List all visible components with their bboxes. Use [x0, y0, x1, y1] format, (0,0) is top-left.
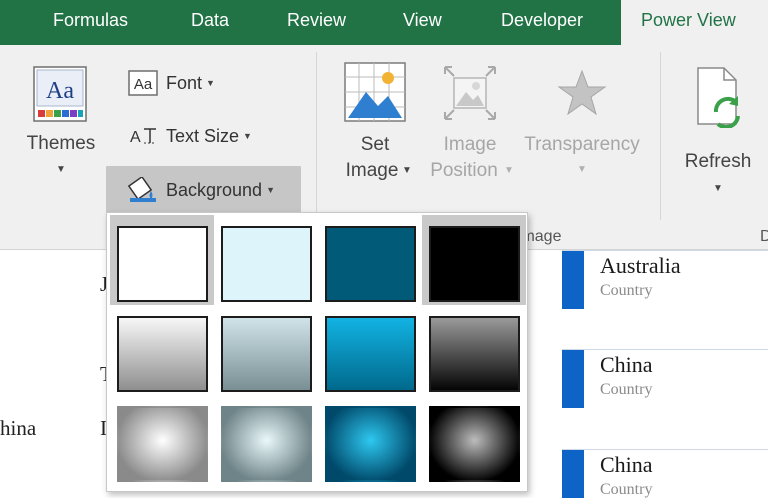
image-position-dropdown-icon: ▼ — [504, 165, 514, 176]
country-card[interactable]: Australia Country — [562, 250, 768, 309]
country-card[interactable]: China Country — [562, 349, 768, 408]
card-accent-bar — [562, 450, 584, 498]
svg-text:Aa: Aa — [46, 78, 74, 104]
background-swatch-white-solid[interactable] — [110, 215, 214, 305]
set-image-icon — [344, 62, 406, 122]
set-image-button[interactable]: Set Image ▼ — [336, 58, 414, 188]
text-size-label: Text Size — [166, 125, 240, 146]
background-label: Background — [166, 179, 263, 200]
tab-data[interactable]: Data — [191, 0, 229, 45]
image-position-button[interactable]: Image Position ▼ — [424, 58, 516, 188]
swatch-fill — [429, 406, 520, 482]
font-button[interactable]: Aa Font ▼ — [128, 67, 215, 99]
refresh-dropdown-icon: ▼ — [713, 183, 723, 194]
transparency-dropdown-icon: ▼ — [577, 164, 587, 175]
themes-label: Themes — [26, 133, 96, 154]
background-swatch-cyan-gradient[interactable] — [318, 305, 422, 395]
tab-view[interactable]: View — [403, 0, 442, 45]
set-image-label-line2: Image — [345, 160, 399, 181]
font-icon: Aa — [128, 70, 158, 96]
image-position-label-line1: Image — [443, 134, 497, 155]
tab-power-view[interactable]: Power View — [621, 0, 768, 46]
background-swatch-light-blue-solid[interactable] — [214, 215, 318, 305]
swatch-fill — [221, 226, 312, 302]
text-size-dropdown-icon: ▼ — [243, 131, 252, 141]
background-swatch-blue-gray-radial[interactable] — [214, 395, 318, 485]
swatch-fill — [117, 226, 208, 302]
swatch-fill — [117, 406, 208, 482]
swatch-fill — [221, 406, 312, 482]
set-image-dropdown-icon: ▼ — [402, 165, 412, 176]
text-size-icon: A — [130, 128, 156, 146]
svg-text:A: A — [130, 129, 141, 146]
sheet-text-fragment: hina — [0, 416, 37, 440]
themes-icon: Aa — [33, 66, 87, 122]
background-swatch-black-solid[interactable] — [422, 215, 526, 305]
background-swatch-gray-radial[interactable] — [110, 395, 214, 485]
set-image-label-line1: Set — [360, 134, 390, 155]
background-swatch-blue-gray-gradient[interactable] — [214, 305, 318, 395]
tab-review[interactable]: Review — [287, 0, 346, 45]
star-icon — [557, 69, 607, 116]
transparency-label: Transparency — [524, 134, 640, 155]
card-title: China — [600, 452, 653, 477]
card-accent-bar — [562, 251, 584, 309]
refresh-button[interactable]: Refresh ▼ — [680, 60, 756, 200]
refresh-label: Refresh — [684, 151, 752, 172]
ribbon-group-divider — [316, 52, 317, 220]
tab-developer[interactable]: Developer — [501, 0, 583, 45]
card-subtitle: Country — [600, 381, 653, 398]
country-card[interactable]: China Country — [562, 449, 768, 498]
swatch-fill — [429, 316, 520, 392]
image-position-label-line2: Position — [430, 160, 498, 181]
background-gallery-dropdown — [106, 212, 528, 492]
background-fill-icon — [128, 177, 156, 202]
card-title: Australia — [600, 253, 681, 278]
background-swatch-cyan-radial[interactable] — [318, 395, 422, 485]
background-swatch-dark-teal-solid[interactable] — [318, 215, 422, 305]
swatch-fill — [117, 316, 208, 392]
refresh-icon — [697, 67, 740, 128]
ribbon-tab-bar: Formulas Data Review View Developer Powe… — [0, 0, 768, 46]
font-label: Font — [166, 72, 203, 93]
swatch-fill — [429, 226, 520, 302]
card-subtitle: Country — [600, 481, 653, 498]
next-group-label: D — [760, 228, 768, 245]
card-subtitle: Country — [600, 282, 653, 299]
swatch-fill — [325, 406, 416, 482]
background-swatch-dark-radial[interactable] — [422, 395, 526, 485]
image-position-icon — [444, 66, 496, 120]
ribbon-group-divider — [660, 52, 661, 220]
swatch-fill — [325, 226, 416, 302]
background-dropdown-icon: ▼ — [266, 185, 275, 195]
themes-button[interactable]: Aa Themes ▼ — [18, 60, 104, 190]
swatch-fill — [325, 316, 416, 392]
transparency-button[interactable]: Transparency ▼ — [520, 58, 644, 188]
swatch-fill — [221, 316, 312, 392]
svg-text:Aa: Aa — [134, 76, 153, 93]
card-title: China — [600, 352, 653, 377]
font-dropdown-icon: ▼ — [206, 78, 215, 88]
text-size-button[interactable]: A Text Size ▼ — [128, 120, 252, 152]
background-swatch-dark-gradient[interactable] — [422, 305, 526, 395]
background-swatch-gray-gradient[interactable] — [110, 305, 214, 395]
themes-dropdown-icon: ▼ — [56, 164, 66, 175]
tab-formulas[interactable]: Formulas — [53, 0, 128, 45]
card-accent-bar — [562, 350, 584, 408]
background-button[interactable]: Background ▼ — [106, 166, 301, 214]
